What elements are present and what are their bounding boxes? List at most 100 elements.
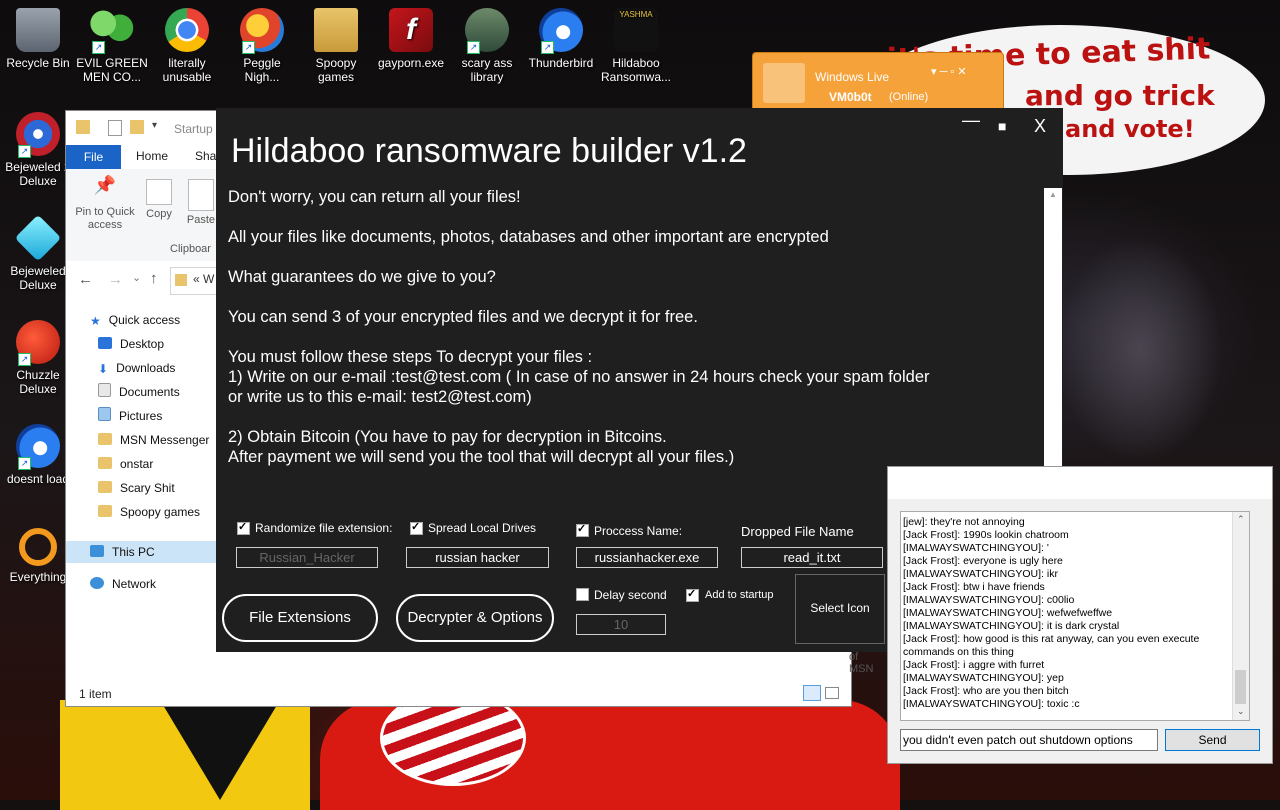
chat-window[interactable]: [jew]: they're not annoying [Jack Frost]…: [887, 466, 1273, 764]
paste-button[interactable]: Paste: [184, 179, 218, 227]
nav-label: Downloads: [116, 361, 176, 375]
ransom-note-scrollbar[interactable]: ▲: [1044, 188, 1062, 468]
process-name-input[interactable]: russianhacker.exe: [576, 547, 718, 568]
desktop-icon-chrome[interactable]: literally unusable: [149, 8, 225, 84]
nav-item-network[interactable]: Network: [90, 573, 156, 595]
back-arrow-icon[interactable]: ←: [78, 271, 93, 288]
minimize-button[interactable]: —: [962, 110, 980, 131]
desktop-icon-recycle-bin[interactable]: Recycle Bin: [0, 8, 76, 70]
desktop-icon-peggle[interactable]: ↗ Peggle Nigh...: [224, 8, 300, 84]
nav-item-this-pc[interactable]: This PC: [90, 541, 155, 563]
process-name-checkbox[interactable]: [576, 522, 589, 537]
library-icon: ↗: [465, 8, 509, 54]
view-toggle[interactable]: [803, 685, 843, 701]
nav-label: Network: [112, 577, 157, 591]
pin-to-quick-access-button[interactable]: 📌 Pin to Quick access: [72, 176, 138, 232]
tab-home[interactable]: Home: [136, 149, 168, 163]
icon-label: Spoopy: [315, 56, 357, 70]
folder-icon: [76, 120, 90, 134]
process-name-label: Proccess Name:: [594, 524, 683, 538]
nav-item-documents[interactable]: Documents: [98, 381, 180, 403]
desktop-icon-hildaboo-ransomware[interactable]: YASHMA Hildaboo Ransomwa...: [598, 8, 674, 84]
decrypter-options-button[interactable]: Decrypter & Options: [396, 594, 554, 642]
messenger-window[interactable]: Windows Live ▾ ─ ▫ ✕ VM0b0t (Online): [752, 52, 1004, 114]
icon-label: Hildaboo: [612, 56, 660, 70]
nav-item-spoopy-games[interactable]: Spoopy games: [98, 501, 200, 523]
history-chevron-icon[interactable]: ⌄: [132, 271, 141, 284]
spread-drives-checkbox[interactable]: [410, 520, 423, 535]
speech-line-3: and vote!: [1065, 115, 1195, 143]
icon-label-line2: games: [317, 70, 355, 84]
scroll-up-icon[interactable]: ⌃: [1237, 514, 1245, 525]
scroll-down-icon[interactable]: ⌄: [1237, 706, 1245, 717]
copy-button[interactable]: Copy: [144, 179, 174, 221]
chat-message: [IMALWAYSWATCHINGYOU]: ikr: [903, 568, 1058, 580]
nav-item-msn-messenger[interactable]: MSN Messenger: [98, 429, 209, 451]
paste-label: Paste: [186, 214, 216, 226]
nav-item-quick-access[interactable]: ★ Quick access: [90, 309, 180, 331]
up-arrow-icon[interactable]: ↑: [150, 270, 158, 287]
nav-item-desktop[interactable]: Desktop: [98, 333, 164, 355]
desktop-icon-thunderbird[interactable]: ↗ Thunderbird: [523, 8, 599, 70]
large-icons-view-icon[interactable]: [825, 687, 839, 699]
ransom-note-line: You must follow these steps To decrypt y…: [228, 348, 593, 366]
forward-arrow-icon[interactable]: →: [108, 271, 123, 288]
file-extensions-button[interactable]: File Extensions: [222, 594, 378, 642]
icon-label: Thunderbird: [528, 56, 594, 70]
new-folder-icon[interactable]: [130, 120, 144, 134]
builder-title: Hildaboo ransomware builder v1.2: [231, 132, 747, 170]
dropped-file-input[interactable]: read_it.txt: [741, 547, 883, 568]
peggle-icon: ↗: [240, 8, 284, 54]
details-view-icon[interactable]: [803, 685, 821, 701]
messenger-window-controls[interactable]: ▾ ─ ▫ ✕: [931, 65, 967, 78]
close-button[interactable]: X: [1034, 116, 1046, 137]
ransom-note-text[interactable]: Don't worry, you can return all your fil…: [228, 188, 1046, 468]
msn-people-icon: ↗: [90, 8, 134, 54]
chat-log[interactable]: [jew]: they're not annoying [Jack Frost]…: [900, 511, 1250, 721]
desktop-icon-gayporn-exe[interactable]: f gayporn.exe: [373, 8, 449, 70]
chrome-icon: [165, 8, 209, 52]
maximize-button[interactable]: ■: [998, 118, 1006, 134]
chat-message: [IMALWAYSWATCHINGYOU]: c00lio: [903, 594, 1075, 606]
scroll-up-icon[interactable]: ▲: [1049, 190, 1057, 199]
icon-label: Recycle Bin: [6, 56, 70, 70]
desktop-icon-spoopy-games[interactable]: Spoopy games: [298, 8, 374, 84]
extension-input[interactable]: Russian_Hacker: [236, 547, 378, 568]
icon-label-line2: unusable: [162, 70, 212, 84]
chuzzle-icon: ↗: [16, 320, 60, 366]
desktop-icon-scary-ass-library[interactable]: ↗ scary ass library: [449, 8, 525, 84]
chat-message: [IMALWAYSWATCHINGYOU]: wefwefweffwe: [903, 607, 1113, 619]
address-text: « W: [193, 272, 215, 286]
chat-scrollbar[interactable]: ⌃ ⌄: [1232, 512, 1249, 720]
ransom-note-line: 1) Write on our e-mail :test@test.com ( …: [228, 368, 930, 386]
chevron-down-icon[interactable]: ▾: [152, 120, 157, 131]
nav-item-pictures[interactable]: Pictures: [98, 405, 162, 427]
chat-message: [Jack Frost]: everyone is ugly here: [903, 555, 1063, 567]
chat-message-input[interactable]: you didn't even patch out shutdown optio…: [900, 729, 1158, 751]
delay-second-checkbox[interactable]: [576, 588, 589, 601]
nav-item-onstar[interactable]: onstar: [98, 453, 153, 475]
paste-icon: [188, 179, 214, 211]
icon-label-line2: library: [470, 70, 504, 84]
icon-label: gayporn.exe: [377, 56, 445, 70]
nav-item-scary-shit[interactable]: Scary Shit: [98, 477, 175, 499]
icon-label: literally: [168, 56, 206, 70]
scroll-thumb[interactable]: [1235, 670, 1246, 704]
flash-icon: f: [389, 8, 433, 52]
add-startup-checkbox[interactable]: [686, 587, 699, 602]
icon-label: Peggle: [243, 56, 281, 70]
delay-second-input[interactable]: 10: [576, 614, 666, 635]
properties-icon[interactable]: [108, 120, 122, 136]
chat-message: [Jack Frost]: i aggre with furret: [903, 659, 1045, 671]
select-icon-button[interactable]: Select Icon: [795, 574, 885, 644]
folder-icon: [98, 433, 112, 445]
spread-name-input[interactable]: russian hacker: [406, 547, 549, 568]
desktop-icon-evil-green-men[interactable]: ↗ EVIL GREEN MEN CO...: [74, 8, 150, 84]
messenger-status: (Online): [889, 91, 929, 103]
nav-item-downloads[interactable]: ⬇ Downloads: [98, 357, 175, 379]
tab-file[interactable]: File: [66, 145, 121, 169]
add-startup-label: Add to startup: [705, 589, 774, 601]
randomize-extension-checkbox[interactable]: [237, 520, 250, 535]
chat-message: [IMALWAYSWATCHINGYOU]: it is dark crysta…: [903, 620, 1120, 632]
send-button[interactable]: Send: [1165, 729, 1260, 751]
